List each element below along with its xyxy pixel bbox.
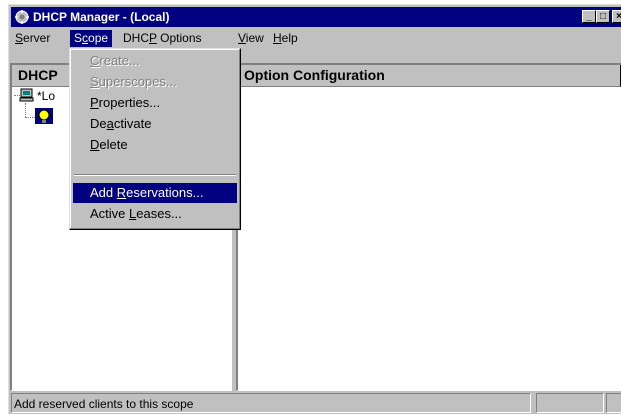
menu-help[interactable]: Help	[269, 30, 302, 47]
computer-icon[interactable]	[19, 88, 35, 103]
menu-item-superscopes[interactable]: Superscopes...	[73, 72, 237, 92]
tree-connector	[25, 117, 35, 118]
tree-root-label[interactable]: *Lo	[37, 89, 55, 103]
minimize-button[interactable]: _	[582, 10, 596, 23]
title-bar[interactable]: DHCP Manager - (Local) _ □ ×	[11, 7, 621, 27]
close-button[interactable]: ×	[612, 10, 621, 23]
menu-server[interactable]: Server	[11, 30, 54, 47]
menu-item-properties[interactable]: Properties...	[73, 93, 237, 113]
status-text: Add reserved clients to this scope	[11, 393, 531, 413]
maximize-button[interactable]: □	[596, 10, 610, 23]
menu-scope[interactable]: Scope	[70, 30, 113, 47]
menu-view[interactable]: View	[234, 30, 268, 47]
scope-menu: Create... Superscopes... Properties... D…	[69, 48, 241, 230]
status-bar: Add reserved clients to this scope	[9, 389, 621, 415]
right-pane-header: Option Configuration	[238, 65, 621, 87]
menu-item-create[interactable]: Create...	[73, 51, 237, 71]
menu-bar: Server Scope DHCP Options View Help	[9, 28, 621, 48]
tree-connector	[25, 103, 26, 117]
menu-dhcp-options[interactable]: DHCP Options	[119, 30, 206, 47]
menu-item-add-reservations[interactable]: Add Reservations...	[73, 183, 237, 203]
menu-item-delete[interactable]: Delete	[73, 135, 237, 155]
window-title: DHCP Manager - (Local)	[33, 10, 170, 24]
status-cell	[536, 393, 604, 413]
minimize-icon: _	[586, 11, 592, 22]
status-cell-grip	[606, 393, 621, 413]
menu-item-active-leases[interactable]: Active Leases...	[73, 204, 237, 224]
maximize-icon: □	[599, 11, 607, 22]
lightbulb-icon[interactable]	[35, 108, 53, 124]
option-configuration-pane[interactable]: Option Configuration	[236, 63, 621, 391]
menu-separator	[74, 174, 236, 176]
menu-item-deactivate[interactable]: Deactivate	[73, 114, 237, 134]
close-icon: ×	[616, 11, 621, 22]
dhcp-manager-icon	[15, 10, 29, 24]
